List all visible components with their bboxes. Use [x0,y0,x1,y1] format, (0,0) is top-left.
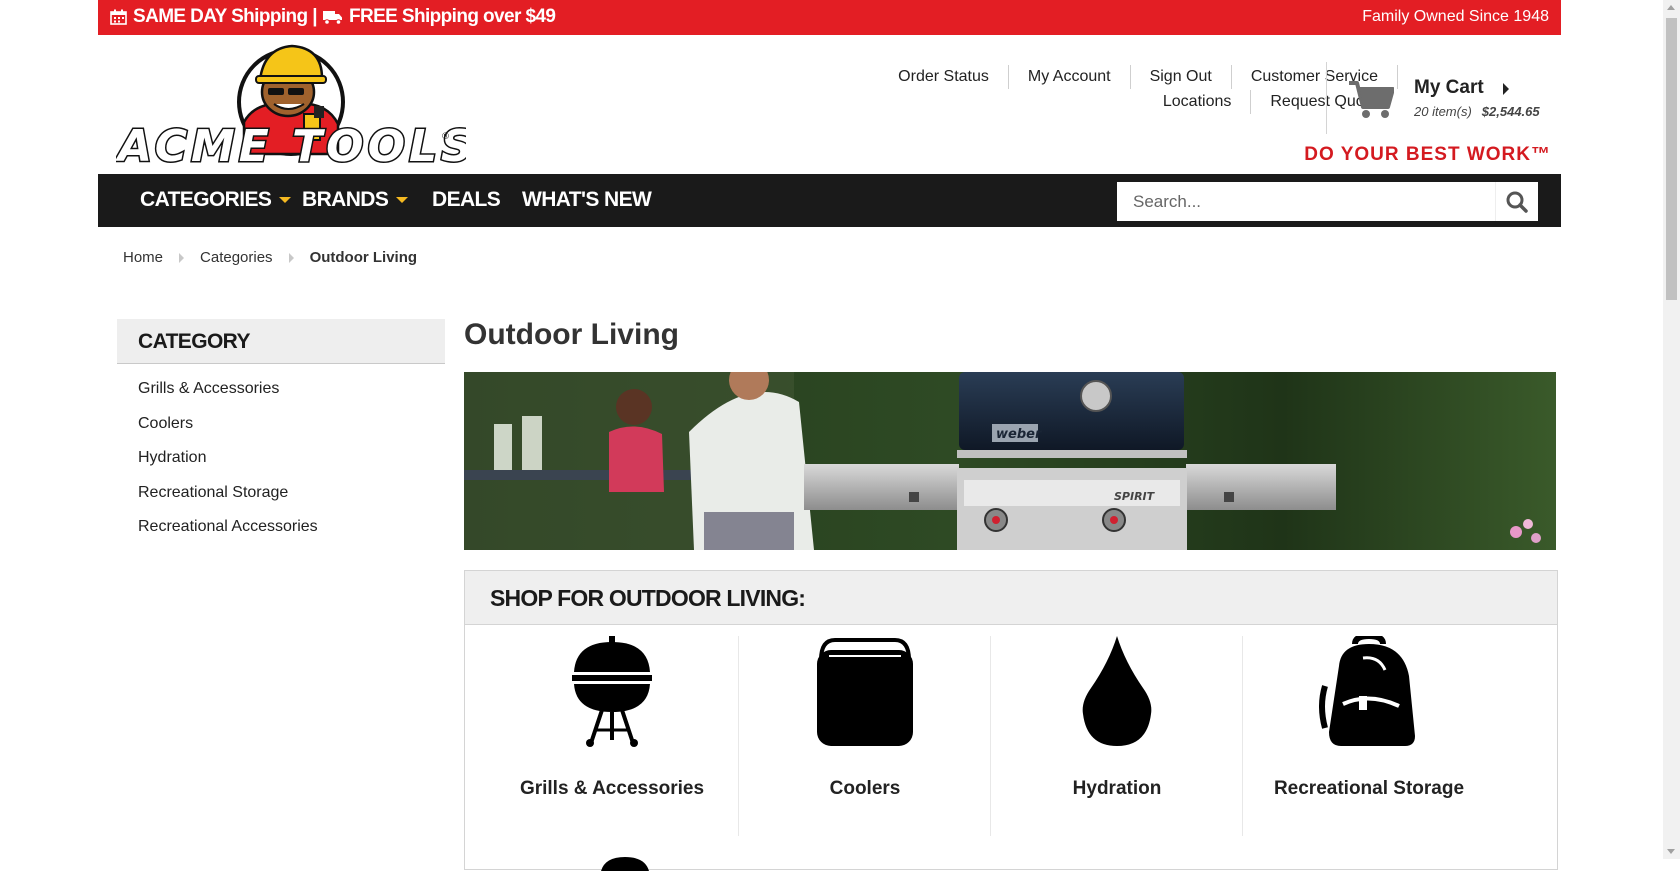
acme-tools-logo[interactable]: ACME TOOLS ® [116,40,466,172]
tile-grills[interactable]: Grills & Accessories [486,636,738,836]
sidebar-item-grills[interactable]: Grills & Accessories [138,380,318,415]
sidebar-item-recreational-accessories[interactable]: Recreational Accessories [138,518,318,553]
scroll-down-icon[interactable] [1667,849,1675,854]
nav-deals[interactable]: DEALS [432,188,501,212]
nav-whats-new[interactable]: WHAT'S NEW [522,188,652,212]
nav-categories-label: CATEGORIES [140,188,272,211]
my-account-link[interactable]: My Account [1009,65,1131,89]
free-shipping-text: FREE Shipping over $49 [348,6,556,27]
locations-link[interactable]: Locations [1144,90,1252,114]
shop-for-section: SHOP FOR OUTDOOR LIVING: Grills & Access… [464,570,1558,871]
cart-title: My Cart [1414,77,1484,98]
caret-down-icon [279,197,292,204]
account-links-row1: Order Status My Account Sign Out Custome… [879,65,1398,89]
page-scrollbar[interactable] [1663,0,1680,859]
main-nav: CATEGORIES BRANDS DEALS WHAT'S NEW [98,174,1561,227]
sidebar-item-hydration[interactable]: Hydration [138,449,318,484]
same-day-text: SAME DAY Shipping | [133,6,318,27]
tile-hydration[interactable]: Hydration [990,636,1243,836]
nav-categories[interactable]: CATEGORIES [140,188,292,212]
sidebar-item-recreational-storage[interactable]: Recreational Storage [138,484,318,519]
logo-wordmark: ACME TOOLS [116,121,466,172]
sidebar-title: CATEGORY [138,330,250,353]
page-title: Outdoor Living [464,318,679,351]
scroll-up-icon[interactable] [1667,5,1675,10]
tile-label: Hydration [1072,778,1162,799]
hero-brand-mark: weber [996,427,1043,442]
breadcrumb-separator-icon [288,252,294,263]
scrollbar-thumb[interactable] [1666,18,1677,300]
search-input[interactable] [1117,182,1487,221]
shop-heading: SHOP FOR OUTDOOR LIVING: [490,585,806,611]
breadcrumb-separator-icon [179,252,185,263]
cart-total: $2,544.65 [1481,104,1540,119]
breadcrumb: Home Categories Outdoor Living [123,249,417,266]
cart-divider [1326,62,1327,134]
breadcrumb-categories[interactable]: Categories [200,249,273,266]
water-drop-icon [1082,636,1152,746]
page-wrapper: SAME DAY Shipping | FREE Shipping over $… [98,0,1561,871]
family-owned-text: Family Owned Since 1948 [1362,8,1549,25]
backpack-icon [1319,636,1415,746]
breadcrumb-home[interactable]: Home [123,249,163,266]
tile-label: Grills & Accessories [519,778,705,799]
tagline: DO YOUR BEST WORK™ [1304,144,1551,165]
category-list: Grills & Accessories Coolers Hydration R… [138,380,318,553]
calendar-icon [110,9,127,25]
caret-down-icon [396,197,409,204]
hero-model-mark: SPIRIT [1114,490,1156,503]
sidebar-item-coolers[interactable]: Coolers [138,415,318,450]
sidebar-heading: CATEGORY [117,319,445,364]
breadcrumb-current: Outdoor Living [309,249,418,266]
nav-brands[interactable]: BRANDS [302,188,409,212]
search-icon [1506,191,1528,213]
nav-brands-label: BRANDS [302,188,389,211]
truck-icon [322,10,342,25]
search-box [1117,182,1538,221]
tile-recreational-storage[interactable]: Recreational Storage [1242,636,1495,836]
cooler-icon [817,638,913,746]
shopping-cart-icon [1349,81,1394,118]
chevron-right-icon [1503,83,1509,95]
my-cart[interactable]: My Cart 20 item(s) $2,544.65 [1348,76,1553,124]
next-row-icon [601,857,649,871]
sign-out-link[interactable]: Sign Out [1131,65,1232,89]
svg-text:®: ® [441,132,450,142]
cart-item-count: 20 item(s) [1414,104,1472,119]
cart-summary: 20 item(s) $2,544.65 [1414,104,1540,119]
shop-heading-bar: SHOP FOR OUTDOOR LIVING: [465,571,1557,625]
tile-label: Recreational Storage [1273,778,1465,799]
shipping-promo[interactable]: SAME DAY Shipping | FREE Shipping over $… [110,6,556,28]
promo-bar: SAME DAY Shipping | FREE Shipping over $… [98,0,1561,35]
grill-icon [572,636,652,747]
tile-coolers[interactable]: Coolers [738,636,991,836]
hero-banner-image: weber SPIRIT [464,372,1556,550]
order-status-link[interactable]: Order Status [879,65,1009,89]
tile-label: Coolers [829,778,901,799]
search-button[interactable] [1495,182,1538,221]
